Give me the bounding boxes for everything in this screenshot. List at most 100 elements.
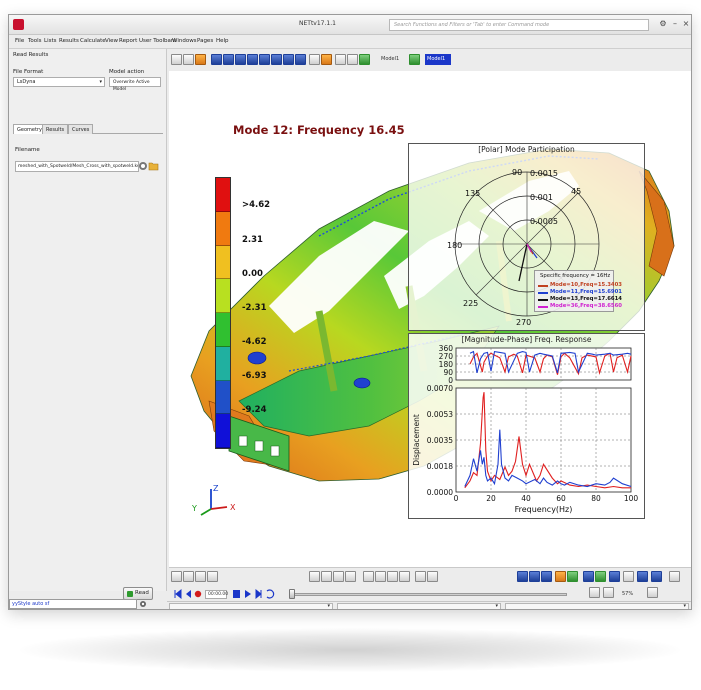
gear-icon[interactable]: ⚙	[657, 18, 669, 30]
view-back-icon[interactable]	[235, 54, 246, 65]
history-icon[interactable]	[138, 161, 148, 171]
app-logo-icon	[13, 19, 24, 30]
playback-controls-right	[233, 588, 275, 600]
palette-icon[interactable]	[321, 54, 332, 65]
menu-report[interactable]: Report	[119, 38, 137, 44]
time-field[interactable]: 00:00.00	[205, 590, 228, 599]
menu-view[interactable]: View	[105, 38, 118, 44]
axis-triad: Z X Y	[191, 484, 236, 516]
menu-tools[interactable]: Tools	[28, 38, 42, 44]
rotate-icon[interactable]	[309, 54, 320, 65]
minus-icon[interactable]	[333, 571, 344, 582]
skip-forward-icon[interactable]	[255, 588, 262, 600]
animation-slider-track[interactable]	[289, 593, 567, 596]
transform-icon[interactable]	[637, 571, 648, 582]
tab-curves[interactable]: Curves	[68, 124, 94, 134]
layers-icon[interactable]	[375, 571, 386, 582]
play-icon[interactable]	[245, 590, 251, 598]
pencil-icon[interactable]	[195, 571, 206, 582]
scatter-icon[interactable]	[399, 571, 410, 582]
entity-select-icon[interactable]	[171, 571, 182, 582]
zoom-out-icon[interactable]	[347, 54, 358, 65]
zoom-in-icon[interactable]	[335, 54, 346, 65]
app-window: NETtv17.1.1 Search Functions and Filters…	[8, 14, 692, 610]
mesh-icon[interactable]	[567, 571, 578, 582]
legend-title: Specific frequency = 16Hz	[540, 273, 611, 279]
animation-slider-thumb[interactable]	[289, 589, 295, 599]
close-icon[interactable]: ×	[680, 18, 691, 30]
select-arrow-icon[interactable]	[583, 571, 594, 582]
stop-icon[interactable]	[233, 590, 240, 598]
play-reverse-icon[interactable]	[186, 590, 191, 598]
refresh-icon[interactable]	[647, 587, 658, 598]
camera-icon[interactable]	[171, 54, 182, 65]
bracket-icon[interactable]	[345, 571, 356, 582]
render-icon[interactable]	[359, 54, 370, 65]
zoom-percent[interactable]: 57%	[622, 589, 642, 599]
menu-windows[interactable]: Windows	[172, 38, 197, 44]
model-action-select[interactable]: Overwrite Active Model	[109, 77, 161, 92]
polar-plot-panel[interactable]: [Polar] Mode Participation 0.0015 0.001 …	[408, 143, 645, 331]
transparency-icon[interactable]	[541, 571, 552, 582]
ytick-label-1-4: 0.0000	[427, 488, 453, 497]
settings-icon[interactable]	[139, 600, 147, 608]
color-map-icon[interactable]	[589, 587, 600, 598]
view-bottom-icon[interactable]	[283, 54, 294, 65]
node-icon[interactable]	[609, 571, 620, 582]
plus-icon[interactable]	[321, 571, 332, 582]
fit-view-icon[interactable]	[211, 54, 222, 65]
model-select-icon[interactable]	[409, 54, 420, 65]
record-icon[interactable]	[194, 590, 202, 598]
status-dropdown-3[interactable]: ▾	[505, 603, 689, 609]
magnify-icon[interactable]	[427, 571, 438, 582]
eraser-icon[interactable]	[207, 571, 218, 582]
model-label[interactable]: Model1	[381, 54, 403, 65]
contour-icon[interactable]	[555, 571, 566, 582]
graphics-viewport[interactable]: Mode 12: Frequency 16.45 >4.62 2.31 0.00…	[169, 71, 691, 567]
menu-user-toolbars[interactable]: User Toolbars	[139, 38, 176, 44]
part-icon[interactable]	[595, 571, 606, 582]
status-dropdown-2[interactable]: ▾	[337, 603, 501, 609]
menu-pages[interactable]: Pages	[197, 38, 213, 44]
menu-results[interactable]: Results	[59, 38, 79, 44]
file-format-value: LsDyna	[17, 79, 36, 85]
zoom-search-icon[interactable]	[415, 571, 426, 582]
active-model-chip[interactable]: Model1	[425, 54, 451, 65]
light-icon[interactable]	[603, 587, 614, 598]
wireframe-icon[interactable]	[529, 571, 540, 582]
command-search-input[interactable]: Search Functions and Filters or 'Tab' to…	[389, 19, 649, 31]
colorbar-band	[216, 245, 230, 280]
menu-file[interactable]: File	[15, 38, 24, 44]
view-top-icon[interactable]	[271, 54, 282, 65]
folder-icon[interactable]	[195, 54, 206, 65]
pin-icon[interactable]	[669, 571, 680, 582]
line-tool-icon[interactable]	[309, 571, 320, 582]
freq-response-panel[interactable]: [Magnitude-Phase] Freq. Response 360 270 1…	[408, 333, 645, 519]
tab-geometry[interactable]: Geometry	[13, 124, 46, 134]
filename-field[interactable]: meshed_with_Spotweld/Mesh_Cross_with_spo…	[15, 161, 139, 172]
command-input[interactable]: yyStyle auto sf	[9, 599, 137, 609]
menu-lists[interactable]: Lists	[44, 38, 56, 44]
playback-controls	[174, 588, 202, 600]
lock-icon[interactable]	[387, 571, 398, 582]
copy-icon[interactable]	[183, 54, 194, 65]
loop-icon[interactable]	[266, 589, 275, 599]
colorbar-band	[216, 211, 230, 246]
view-left-icon[interactable]	[247, 54, 258, 65]
tab-results[interactable]: Results	[42, 124, 69, 134]
menu-calculate[interactable]: Calculate	[80, 38, 106, 44]
menu-help[interactable]: Help	[216, 38, 229, 44]
view-iso-icon[interactable]	[295, 54, 306, 65]
view-front-icon[interactable]	[223, 54, 234, 65]
file-format-select[interactable]: LsDyna ▾	[13, 77, 105, 87]
skip-back-icon[interactable]	[174, 588, 182, 600]
folder-icon[interactable]	[148, 160, 159, 172]
status-dropdown-1[interactable]: ▾	[169, 603, 333, 609]
view-right-icon[interactable]	[259, 54, 270, 65]
triad-y-label: Y	[191, 504, 197, 513]
measure-icon[interactable]	[623, 571, 634, 582]
grid-icon[interactable]	[363, 571, 374, 582]
pid-select-icon[interactable]	[183, 571, 194, 582]
snap-icon[interactable]	[651, 571, 662, 582]
shade-icon[interactable]	[517, 571, 528, 582]
